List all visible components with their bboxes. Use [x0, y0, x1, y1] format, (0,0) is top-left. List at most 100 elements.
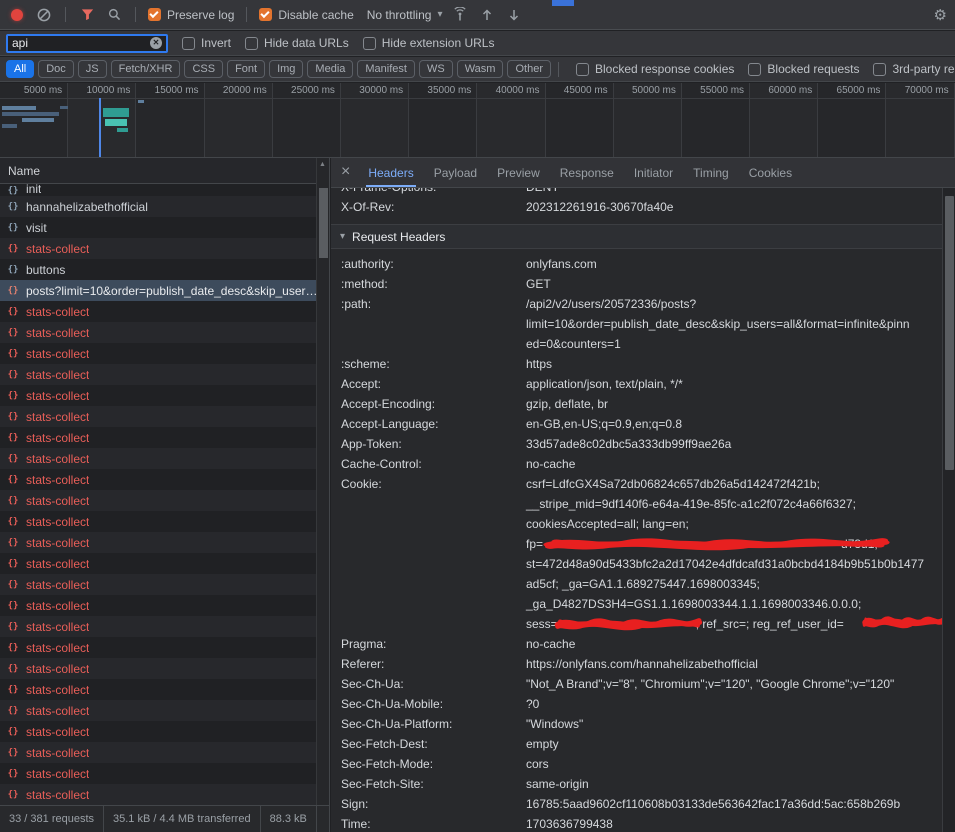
request-filter-toggle[interactable]: Blocked response cookies: [576, 62, 734, 76]
checkbox-icon[interactable]: [748, 63, 761, 76]
request-row[interactable]: {} stats-collect: [0, 595, 329, 616]
request-row[interactable]: {} stats-collect: [0, 448, 329, 469]
request-row[interactable]: {} stats-collect: [0, 742, 329, 763]
close-icon[interactable]: ×: [337, 163, 358, 183]
request-filter-toggle[interactable]: 3rd-party requests: [873, 62, 955, 76]
checkbox-icon[interactable]: [873, 63, 886, 76]
details-tab[interactable]: Timing: [683, 158, 739, 187]
network-conditions-button[interactable]: [451, 6, 469, 24]
request-row[interactable]: {} stats-collect: [0, 679, 329, 700]
request-name: stats-collect: [26, 788, 89, 802]
request-row[interactable]: {} stats-collect: [0, 700, 329, 721]
request-row[interactable]: {} stats-collect: [0, 784, 329, 805]
details-tab[interactable]: Headers: [358, 158, 423, 187]
header-name: Time:: [331, 814, 526, 832]
network-overview-timeline[interactable]: 5000 ms 10000 ms 15000 ms 20000 ms 25000…: [0, 83, 955, 158]
checkbox-checked-icon[interactable]: [148, 8, 161, 21]
request-row[interactable]: {} stats-collect: [0, 301, 329, 322]
request-row[interactable]: {} posts?limit=10&order=publish_date_des…: [0, 280, 329, 301]
hide-data-urls-toggle[interactable]: Hide data URLs: [245, 36, 349, 50]
request-row[interactable]: {} stats-collect: [0, 763, 329, 784]
details-tab[interactable]: Response: [550, 158, 624, 187]
header-row: :scheme: https: [331, 354, 955, 374]
export-har-button[interactable]: [505, 6, 523, 24]
request-row[interactable]: {} stats-collect: [0, 364, 329, 385]
type-filter-chip[interactable]: JS: [78, 60, 107, 78]
checkbox-icon[interactable]: [245, 37, 258, 50]
details-tab[interactable]: Preview: [487, 158, 550, 187]
details-tab[interactable]: Initiator: [624, 158, 683, 187]
request-filter-toggle[interactable]: Blocked requests: [748, 62, 859, 76]
request-row[interactable]: {} stats-collect: [0, 511, 329, 532]
scrollbar-thumb[interactable]: [945, 196, 954, 470]
cookie-line: cookiesAccepted=all; lang=en;: [526, 514, 935, 534]
checkbox-icon[interactable]: [363, 37, 376, 50]
type-filter-chip[interactable]: Media: [307, 60, 353, 78]
fetch-xhr-icon: {}: [6, 223, 20, 233]
type-filter-chip[interactable]: Other: [507, 60, 551, 78]
request-name: stats-collect: [26, 452, 89, 466]
disable-cache-toggle[interactable]: Disable cache: [259, 8, 353, 22]
filter-search-box[interactable]: ✕: [6, 34, 168, 53]
cookie-line: csrf=LdfcGX4Sa72db06824c657db26a5d142472…: [526, 474, 935, 494]
preserve-log-toggle[interactable]: Preserve log: [148, 8, 234, 22]
request-row[interactable]: {} buttons: [0, 259, 329, 280]
request-name: stats-collect: [26, 410, 89, 424]
request-row[interactable]: {} stats-collect: [0, 427, 329, 448]
record-button[interactable]: [8, 6, 26, 24]
name-column-header[interactable]: Name: [0, 158, 329, 184]
request-row[interactable]: {} stats-collect: [0, 574, 329, 595]
request-row[interactable]: {} stats-collect: [0, 385, 329, 406]
request-row[interactable]: {} hannahelizabethofficial: [0, 196, 329, 217]
header-value: /api2/v2/users/20572336/posts?limit=10&o…: [526, 294, 955, 354]
invert-toggle[interactable]: Invert: [182, 36, 231, 50]
request-row[interactable]: {} stats-collect: [0, 721, 329, 742]
request-row[interactable]: {} stats-collect: [0, 637, 329, 658]
request-row[interactable]: {} stats-collect: [0, 238, 329, 259]
request-row[interactable]: {} stats-collect: [0, 658, 329, 679]
details-scrollbar[interactable]: [942, 188, 955, 832]
details-tab[interactable]: Payload: [424, 158, 487, 187]
checkbox-checked-icon[interactable]: [259, 8, 272, 21]
request-row[interactable]: {} stats-collect: [0, 490, 329, 511]
type-filter-chip[interactable]: WS: [419, 60, 453, 78]
request-list-scrollbar[interactable]: ▲: [316, 158, 329, 805]
toolbar-divider: [246, 7, 247, 22]
hide-extension-urls-toggle[interactable]: Hide extension URLs: [363, 36, 495, 50]
scrollbar-thumb[interactable]: [319, 188, 328, 258]
type-filter-chip[interactable]: CSS: [184, 60, 223, 78]
throttling-dropdown[interactable]: No throttling ▾: [367, 8, 443, 22]
checkbox-icon[interactable]: [576, 63, 589, 76]
request-row[interactable]: {} stats-collect: [0, 553, 329, 574]
type-filter-chip[interactable]: Doc: [38, 60, 74, 78]
request-row[interactable]: {} stats-collect: [0, 322, 329, 343]
checkbox-icon[interactable]: [182, 37, 195, 50]
settings-gear-icon[interactable]: ⚙: [934, 6, 947, 24]
request-row[interactable]: {} stats-collect: [0, 616, 329, 637]
filter-search-input[interactable]: [12, 36, 146, 50]
request-row[interactable]: {} stats-collect: [0, 469, 329, 490]
import-har-button[interactable]: [478, 6, 496, 24]
section-title: Request Headers: [352, 230, 445, 244]
search-button[interactable]: [105, 6, 123, 24]
type-filter-chip[interactable]: Manifest: [357, 60, 415, 78]
request-row[interactable]: {} stats-collect: [0, 406, 329, 427]
filter-button[interactable]: [78, 6, 96, 24]
disclosure-triangle-icon[interactable]: ▾: [340, 231, 345, 242]
details-tab[interactable]: Cookies: [739, 158, 802, 187]
type-filter-label: JS: [86, 63, 99, 75]
type-filter-chip[interactable]: Fetch/XHR: [111, 60, 181, 78]
type-filter-chip[interactable]: Font: [227, 60, 265, 78]
cookie-line: __stripe_mid=9df140f6-e64a-419e-85fc-a1c…: [526, 494, 935, 514]
clear-filter-icon[interactable]: ✕: [150, 37, 162, 49]
type-filter-chip[interactable]: All: [6, 60, 34, 78]
request-row[interactable]: {} stats-collect: [0, 343, 329, 364]
clear-log-button[interactable]: [35, 6, 53, 24]
request-row[interactable]: {} stats-collect: [0, 532, 329, 553]
type-filter-chip[interactable]: Img: [269, 60, 303, 78]
request-headers-section-header[interactable]: ▾ Request Headers: [331, 225, 955, 249]
request-row[interactable]: {} visit: [0, 217, 329, 238]
type-filter-chip[interactable]: Wasm: [457, 60, 504, 78]
scroll-up-arrow-icon[interactable]: ▲: [319, 161, 326, 168]
request-row[interactable]: {} init: [0, 184, 329, 196]
